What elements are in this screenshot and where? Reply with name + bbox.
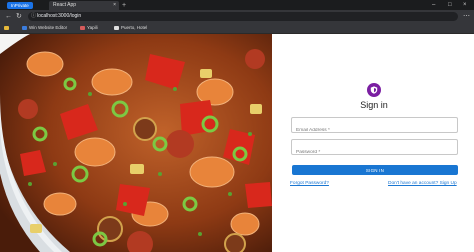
lock-avatar-icon <box>367 83 381 97</box>
bookmark-item[interactable]: Yapili <box>80 24 98 32</box>
forgot-password-link[interactable]: Forgot Password? <box>290 181 329 186</box>
login-page: Sign in SIGN IN Forgot Password? Don't h… <box>0 34 474 252</box>
back-icon[interactable]: ← <box>5 12 12 21</box>
bookmarks-bar: Win Website Editor Yapili Puerto, Hotel <box>0 23 474 34</box>
password-field[interactable] <box>291 139 458 160</box>
close-tab-icon[interactable]: × <box>113 1 116 10</box>
shield-icon <box>370 86 378 94</box>
minimize-icon[interactable]: – <box>432 1 435 10</box>
sign-in-panel: Sign in SIGN IN Forgot Password? Don't h… <box>272 34 474 252</box>
reload-icon[interactable]: ↻ <box>16 12 22 21</box>
bookmark-item[interactable]: Win Website Editor <box>22 24 67 32</box>
profile-badge[interactable]: InPrivate <box>7 2 33 9</box>
close-window-icon[interactable]: × <box>463 1 467 10</box>
email-field[interactable] <box>291 117 458 138</box>
sign-up-link[interactable]: Don't have an account? Sign Up <box>388 181 457 186</box>
info-icon[interactable]: ⓘ <box>31 12 36 21</box>
bookmark-item[interactable]: Puerto, Hotel <box>114 24 147 32</box>
site-icon <box>80 25 85 30</box>
site-icon <box>22 25 27 30</box>
browser-chrome: InPrivate React App × + – □ × ← ↻ ⓘ loca… <box>0 0 474 34</box>
menu-icon[interactable]: ⋯ <box>463 12 470 21</box>
password-input[interactable] <box>292 145 457 160</box>
sign-in-button[interactable]: SIGN IN <box>292 165 458 175</box>
site-icon <box>114 25 119 30</box>
folder-icon <box>4 25 9 30</box>
tab-title: React App <box>53 2 77 8</box>
new-tab-button[interactable]: + <box>122 1 126 10</box>
page-title: Sign in <box>360 100 388 110</box>
tab-strip: InPrivate React App × + – □ × <box>0 0 474 10</box>
bookmark-folder[interactable] <box>4 24 11 32</box>
address-text: localhost:3000/login <box>37 13 82 19</box>
tab-react-app[interactable]: React App × <box>49 1 119 10</box>
jambalaya-illustration <box>0 34 272 252</box>
email-input[interactable] <box>292 123 457 138</box>
food-hero-image <box>0 34 272 252</box>
address-bar[interactable]: ⓘ localhost:3000/login <box>28 12 458 21</box>
browser-toolbar: ← ↻ ⓘ localhost:3000/login ⋯ <box>0 10 474 23</box>
maximize-icon[interactable]: □ <box>448 1 452 10</box>
